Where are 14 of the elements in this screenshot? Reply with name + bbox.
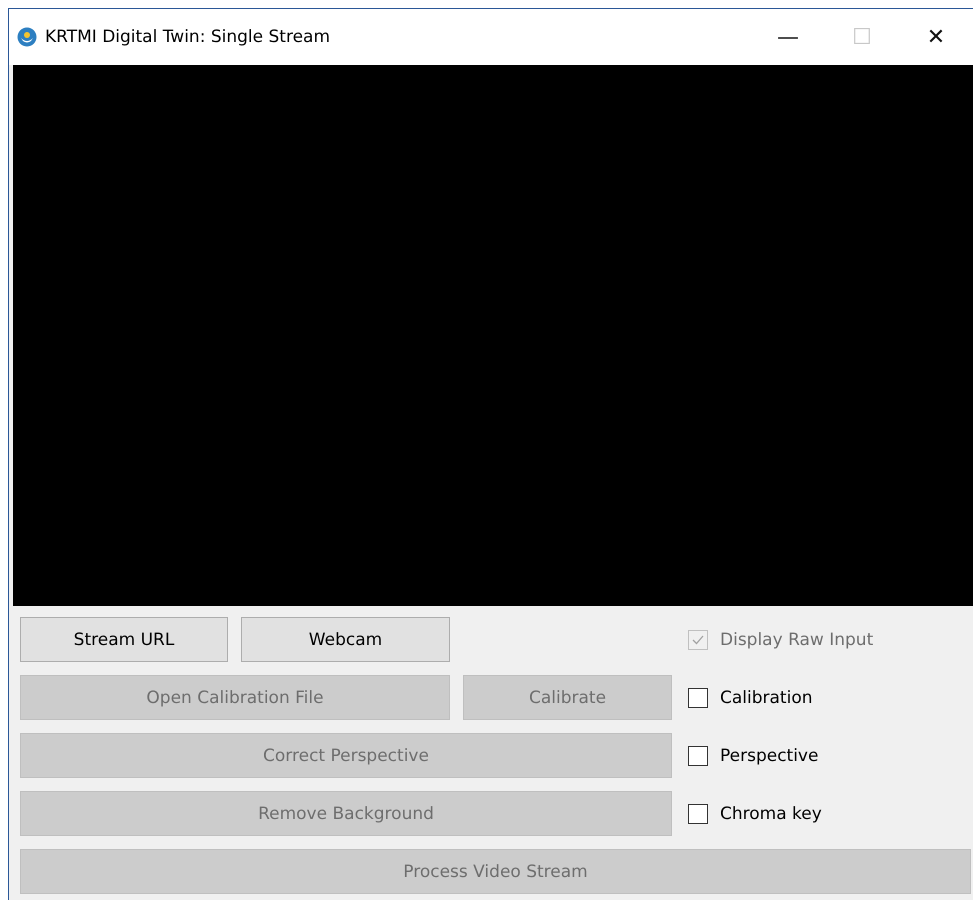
maximize-button[interactable]: ☐ xyxy=(825,15,899,59)
checkbox[interactable] xyxy=(688,746,708,766)
checkbox[interactable] xyxy=(688,804,708,824)
checkbox-label: Perspective xyxy=(720,746,818,766)
checkbox-label: Calibration xyxy=(720,688,812,708)
app-logo-icon xyxy=(17,27,37,47)
close-button[interactable]: ✕ xyxy=(899,15,973,59)
checkbox-label: Chroma key xyxy=(720,804,822,824)
window-title: KRTMI Digital Twin: Single Stream xyxy=(45,27,330,47)
checkbox-label: Display Raw Input xyxy=(720,630,874,650)
minimize-button[interactable]: — xyxy=(751,15,825,59)
action-button[interactable]: Stream URL xyxy=(20,617,228,662)
checkbox[interactable] xyxy=(688,688,708,708)
action-button[interactable]: Webcam xyxy=(241,617,450,662)
